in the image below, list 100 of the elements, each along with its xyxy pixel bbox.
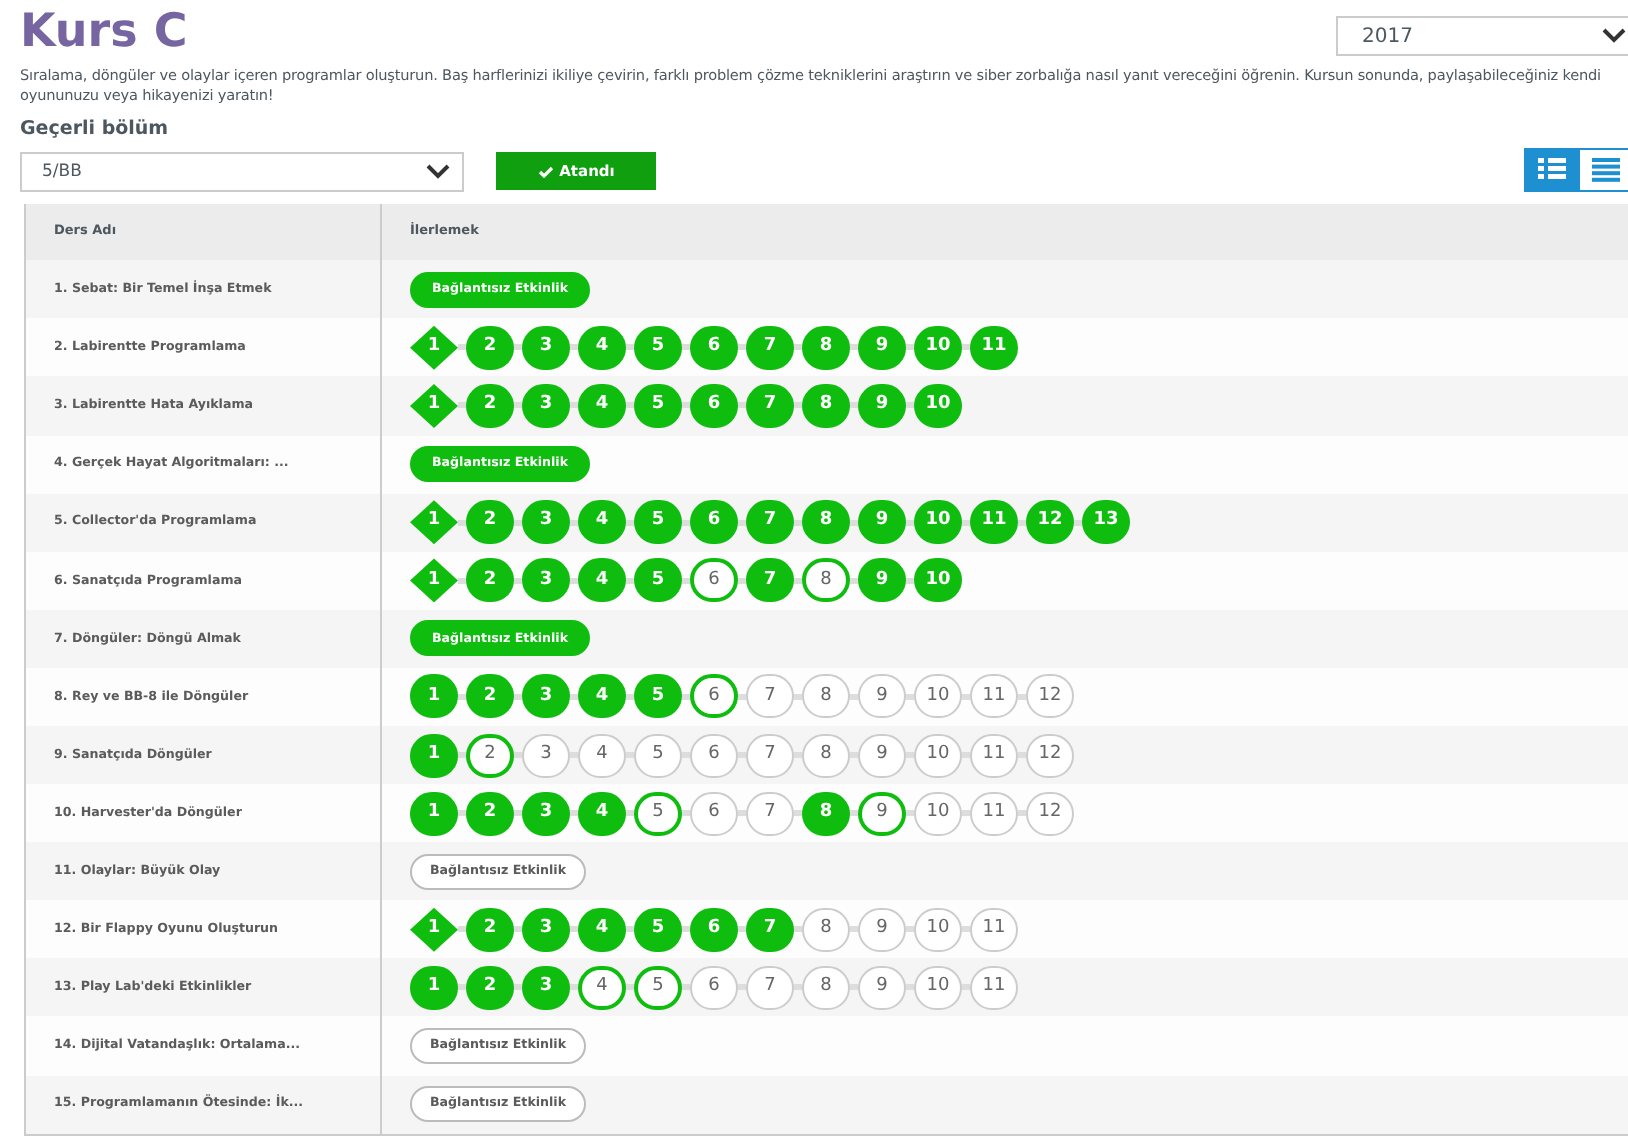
level-bubble[interactable]: 9: [858, 733, 906, 778]
level-bubble[interactable]: 4: [578, 733, 626, 778]
level-bubble[interactable]: 8: [802, 674, 850, 719]
level-bubble[interactable]: 1: [410, 674, 458, 719]
level-bubble[interactable]: 8: [802, 500, 850, 545]
list-view-button[interactable]: [1578, 148, 1628, 193]
level-bubble[interactable]: 11: [970, 733, 1018, 778]
level-bubble[interactable]: 10: [914, 791, 962, 836]
year-select[interactable]: 2017: [1336, 16, 1628, 56]
level-bubble[interactable]: 5: [634, 558, 682, 603]
level-bubble[interactable]: 4: [578, 791, 626, 836]
level-bubble[interactable]: 10: [914, 325, 962, 370]
level-bubble[interactable]: 2: [466, 674, 514, 719]
level-bubble[interactable]: 2: [466, 558, 514, 603]
level-bubble[interactable]: 6: [690, 907, 738, 952]
level-bubble[interactable]: 2: [466, 325, 514, 370]
level-bubble[interactable]: 5: [634, 907, 682, 952]
detail-view-button[interactable]: [1524, 148, 1578, 193]
level-bubble[interactable]: 3: [522, 325, 570, 370]
level-bubble[interactable]: 7: [746, 733, 794, 778]
level-bubble[interactable]: 2: [466, 500, 514, 545]
level-bubble[interactable]: 7: [746, 383, 794, 428]
level-bubble[interactable]: 11: [970, 907, 1018, 952]
level-bubble[interactable]: 3: [522, 674, 570, 719]
level-bubble[interactable]: 1: [410, 733, 458, 778]
level-bubble[interactable]: 3: [522, 965, 570, 1010]
level-bubble[interactable]: 10: [914, 674, 962, 719]
level-bubble[interactable]: 9: [858, 907, 906, 952]
level-bubble[interactable]: 8: [802, 325, 850, 370]
level-bubble[interactable]: 5: [634, 791, 682, 836]
level-bubble[interactable]: 8: [802, 907, 850, 952]
level-bubble[interactable]: 8: [802, 791, 850, 836]
level-bubble[interactable]: 7: [746, 907, 794, 952]
level-bubble[interactable]: 5: [634, 383, 682, 428]
level-bubble[interactable]: 6: [690, 674, 738, 719]
level-bubble[interactable]: 4: [578, 907, 626, 952]
level-bubble[interactable]: 7: [746, 325, 794, 370]
level-bubble[interactable]: 8: [802, 733, 850, 778]
level-bubble[interactable]: 3: [522, 500, 570, 545]
level-bubble[interactable]: 7: [746, 965, 794, 1010]
level-bubble[interactable]: 11: [970, 965, 1018, 1010]
level-bubble[interactable]: 6: [690, 733, 738, 778]
level-bubble[interactable]: 8: [802, 558, 850, 603]
level-bubble[interactable]: 6: [690, 325, 738, 370]
level-bubble[interactable]: 2: [466, 791, 514, 836]
level-bubble[interactable]: 1: [410, 791, 458, 836]
level-bubble[interactable]: 4: [578, 674, 626, 719]
level-bubble[interactable]: 6: [690, 500, 738, 545]
level-bubble[interactable]: 11: [970, 674, 1018, 719]
level-bubble[interactable]: 4: [578, 383, 626, 428]
level-bubble[interactable]: 9: [858, 965, 906, 1010]
level-bubble[interactable]: 8: [802, 383, 850, 428]
level-bubble[interactable]: 2: [466, 907, 514, 952]
level-bubble[interactable]: 5: [634, 733, 682, 778]
level-bubble[interactable]: 11: [970, 500, 1018, 545]
level-bubble[interactable]: 9: [858, 558, 906, 603]
level-bubble[interactable]: 10: [914, 383, 962, 428]
level-bubble[interactable]: 6: [690, 791, 738, 836]
level-bubble[interactable]: 9: [858, 791, 906, 836]
level-bubble[interactable]: 9: [858, 325, 906, 370]
level-bubble[interactable]: 5: [634, 674, 682, 719]
level-bubble[interactable]: 7: [746, 500, 794, 545]
level-bubble[interactable]: 7: [746, 791, 794, 836]
level-bubble[interactable]: 8: [802, 965, 850, 1010]
level-bubble[interactable]: 10: [914, 965, 962, 1010]
level-bubble[interactable]: 12: [1026, 791, 1074, 836]
level-bubble[interactable]: 5: [634, 500, 682, 545]
level-bubble[interactable]: 3: [522, 907, 570, 952]
level-bubble[interactable]: 2: [466, 965, 514, 1010]
level-bubble[interactable]: 3: [522, 733, 570, 778]
level-bubble[interactable]: 5: [634, 325, 682, 370]
level-bubble[interactable]: 10: [914, 733, 962, 778]
level-bubble[interactable]: 4: [578, 325, 626, 370]
level-bubble[interactable]: 7: [746, 558, 794, 603]
level-bubble[interactable]: 7: [746, 674, 794, 719]
level-bubble[interactable]: 6: [690, 558, 738, 603]
level-bubble[interactable]: 12: [1026, 733, 1074, 778]
level-bubble[interactable]: 6: [690, 965, 738, 1010]
section-select[interactable]: 5/BB: [20, 152, 464, 193]
level-bubble[interactable]: 5: [634, 965, 682, 1010]
level-bubble[interactable]: 4: [578, 500, 626, 545]
level-bubble[interactable]: 1: [410, 965, 458, 1010]
level-bubble[interactable]: 2: [466, 733, 514, 778]
level-bubble[interactable]: 12: [1026, 674, 1074, 719]
level-bubble[interactable]: 13: [1082, 500, 1130, 545]
level-bubble[interactable]: 10: [914, 907, 962, 952]
level-bubble[interactable]: 4: [578, 558, 626, 603]
level-bubble[interactable]: 9: [858, 383, 906, 428]
level-bubble[interactable]: 11: [970, 791, 1018, 836]
level-bubble[interactable]: 11: [970, 325, 1018, 370]
level-bubble[interactable]: 4: [578, 965, 626, 1010]
level-bubble[interactable]: 3: [522, 383, 570, 428]
level-bubble[interactable]: 3: [522, 558, 570, 603]
level-bubble[interactable]: 6: [690, 383, 738, 428]
level-bubble[interactable]: 2: [466, 383, 514, 428]
level-bubble[interactable]: 3: [522, 791, 570, 836]
level-bubble[interactable]: 9: [858, 674, 906, 719]
level-bubble[interactable]: 12: [1026, 500, 1074, 545]
level-bubble[interactable]: 10: [914, 558, 962, 603]
level-bubble[interactable]: 10: [914, 500, 962, 545]
